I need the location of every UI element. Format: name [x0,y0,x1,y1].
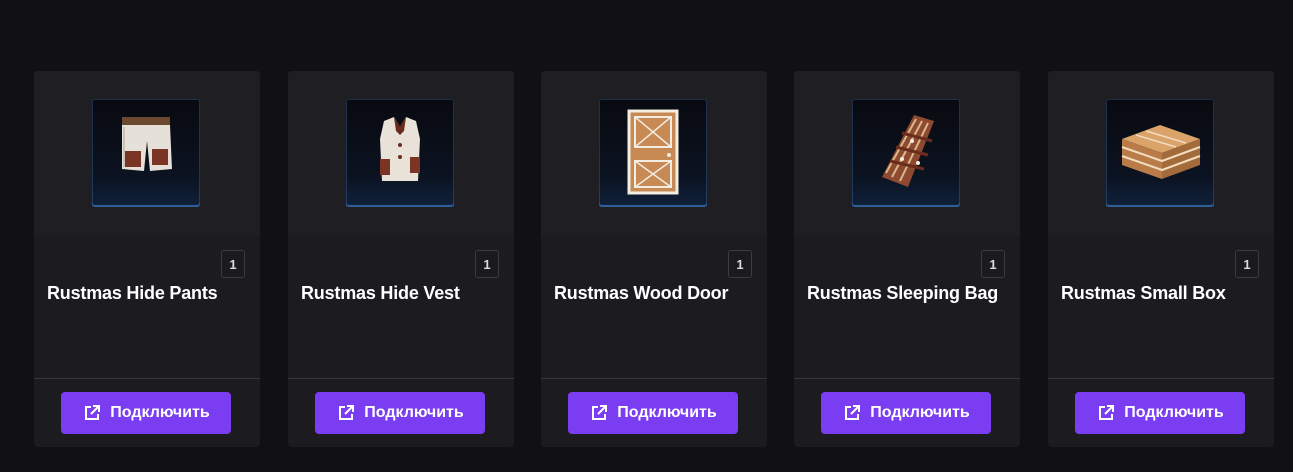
item-card: 1 Rustmas Wood Door Подключить [541,71,767,447]
item-name: Rustmas Hide Pants [47,283,218,303]
connect-button-label: Подключить [617,404,717,421]
small-box-icon [1121,125,1201,179]
item-image-area [1048,71,1274,235]
connect-button-label: Подключить [870,404,970,421]
connect-button[interactable]: Подключить [821,392,991,434]
card-divider [541,378,767,379]
connect-button[interactable]: Подключить [568,392,738,434]
item-image-area [794,71,1020,235]
item-card: 1 Rustmas Small Box Подключить [1048,71,1274,447]
item-name: Rustmas Small Box [1061,283,1226,303]
quantity-badge: 1 [1235,250,1259,278]
connect-button[interactable]: Подключить [61,392,231,434]
external-link-icon [592,405,608,420]
item-name: Rustmas Wood Door [554,283,729,303]
item-thumbnail [1106,99,1214,207]
quantity-badge: 1 [728,250,752,278]
connect-button[interactable]: Подключить [315,392,485,434]
connect-button[interactable]: Подключить [1075,392,1245,434]
connect-button-label: Подключить [364,404,464,421]
item-image-area [288,71,514,235]
item-thumbnail [599,99,707,207]
card-divider [34,378,260,379]
hide-vest-icon [380,117,420,181]
wood-door-icon [627,109,679,195]
external-link-icon [1099,405,1115,420]
item-card: 1 Rustmas Hide Pants Подключить [34,71,260,447]
item-image-area [34,71,260,235]
item-thumbnail [852,99,960,207]
item-name: Rustmas Sleeping Bag [807,283,999,303]
sleeping-bag-icon [882,115,934,187]
quantity-badge: 1 [981,250,1005,278]
quantity-badge: 1 [475,250,499,278]
item-thumbnail [346,99,454,207]
card-divider [794,378,1020,379]
external-link-icon [845,405,861,420]
quantity-badge: 1 [221,250,245,278]
item-grid: 1 Rustmas Hide Pants Подключить 1 Rustma… [0,0,1293,472]
item-image-area [541,71,767,235]
external-link-icon [85,405,101,420]
connect-button-label: Подключить [110,404,210,421]
connect-button-label: Подключить [1124,404,1224,421]
item-thumbnail [92,99,200,207]
item-name: Rustmas Hide Vest [301,283,460,303]
external-link-icon [339,405,355,420]
hide-pants-icon [122,117,172,171]
item-card: 1 Rustmas Sleeping Bag Подключить [794,71,1020,447]
card-divider [288,378,514,379]
item-card: 1 Rustmas Hide Vest Подключить [288,71,514,447]
card-divider [1048,378,1274,379]
